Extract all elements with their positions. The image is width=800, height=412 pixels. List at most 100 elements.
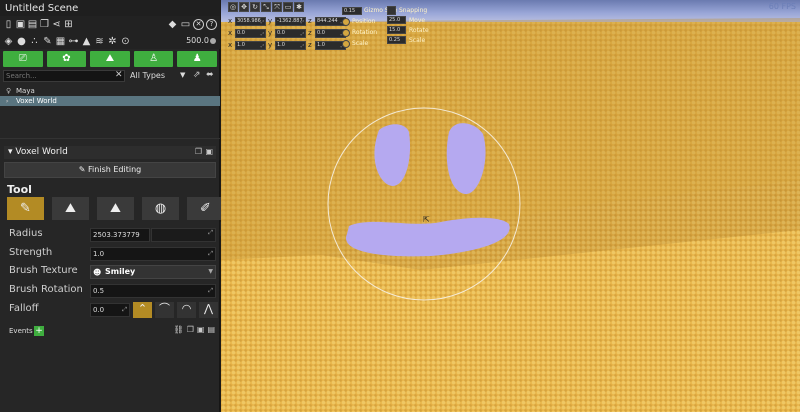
sphere-tool-button[interactable]: ◍ [142, 197, 179, 220]
falloff-sharp-button[interactable]: ⋀ [199, 302, 218, 318]
settings-icon[interactable]: ⊙ [120, 36, 131, 47]
delete-icon[interactable]: ▤ [207, 325, 215, 334]
chevron-down-icon: ▼ [208, 268, 213, 275]
scene-tree: ♀ Maya ⸗ Voxel World [0, 86, 220, 136]
move-icon[interactable]: ✥ [239, 2, 249, 12]
open-icon[interactable]: ▤ [27, 19, 38, 30]
raise-tool-button[interactable]: ⛰ [52, 197, 89, 220]
create-player-button[interactable]: ♙ [133, 51, 174, 67]
save-icon[interactable]: ▣ [15, 19, 26, 30]
section-header[interactable]: ▾ Voxel World ❐ ▣ [4, 146, 216, 159]
scale-icon[interactable]: ⤡ [261, 2, 271, 12]
rot-z-value: 0.0 [317, 29, 325, 36]
pos-y-input[interactable]: -1362.887 ⤢ [275, 16, 306, 26]
tree-item-label: Voxel World [16, 97, 57, 105]
strength-value: 1.0 [93, 250, 105, 258]
create-light-button[interactable]: ✿ [46, 51, 87, 67]
finish-editing-label: Finish Editing [88, 165, 142, 174]
tree-item-maya[interactable]: ♀ Maya [0, 86, 220, 96]
rotate-icon[interactable]: ↻ [250, 2, 260, 12]
hierarchy-icon[interactable]: ⊶ [68, 36, 79, 47]
scale-y-value: 1.0 [277, 41, 285, 48]
share-icon[interactable]: ⋖ [51, 19, 62, 30]
create-npc-button[interactable]: ♟ [177, 51, 217, 67]
brush-tool-button[interactable]: ✎ [7, 197, 44, 220]
snap-rotate-input[interactable]: 15.0 [387, 26, 406, 34]
snap-scale-input[interactable]: 0.25 [387, 36, 406, 44]
gamepad-icon[interactable]: ▭ [180, 19, 191, 30]
snapping-toggle-icon[interactable] [387, 5, 396, 15]
copy-icon[interactable]: ❐ [39, 19, 50, 30]
close-circle-icon[interactable]: ✕ [193, 19, 204, 30]
copy-icon[interactable]: ❐ [187, 325, 194, 334]
resize-icon: ⤢ [300, 18, 304, 24]
clear-search-icon[interactable]: ✕ [115, 70, 123, 81]
position-toggle-icon[interactable] [342, 17, 350, 26]
transform-icon[interactable]: ⤧ [272, 2, 282, 12]
paint-tool-button[interactable]: ✐ [187, 197, 224, 220]
brush-rotation-input[interactable]: 0.5 ⤢ [90, 284, 216, 298]
falloff-input[interactable]: 0.0 ⤢ [90, 303, 130, 317]
gear-icon[interactable]: ✲ [107, 36, 118, 47]
pos-y-value: -1362.887 [277, 17, 303, 24]
chevron-down-icon[interactable]: ▼ [180, 71, 185, 79]
world-local-icon[interactable]: ✱ [294, 2, 304, 12]
rot-x-input[interactable]: 0.0 ⤢ [235, 28, 266, 38]
paste-icon[interactable]: ▣ [205, 147, 213, 156]
terrain-icon[interactable]: ▲ [81, 36, 92, 47]
viewport[interactable]: ◎ ✥ ↻ ⤡ ⤧ ▭ ✱ x 3058.986 ⤢ y -1362.887 ⤢ z… [221, 0, 800, 412]
falloff-smooth-button[interactable]: ⌒ [155, 302, 174, 318]
scale-y-input[interactable]: 1.0 ⤢ [275, 40, 306, 50]
panel-divider[interactable] [0, 138, 220, 139]
sphere-icon[interactable]: ● [16, 36, 27, 47]
help-circle-icon[interactable]: ? [206, 19, 217, 30]
snap-move-input[interactable]: 25.0 [387, 16, 406, 24]
unlink-icon[interactable]: ⛓ [174, 325, 184, 334]
external-link-icon[interactable]: ⇗ [193, 70, 201, 80]
snap-rotate-label: Rotate [409, 26, 429, 34]
new-file-icon[interactable]: ▯ [3, 19, 14, 30]
gizmo-toolbar: ◎ ✥ ↻ ⤡ ⤧ ▭ ✱ [228, 2, 304, 14]
rotation-toggle-icon[interactable] [342, 28, 350, 37]
scale-x-input[interactable]: 1.0 ⤢ [235, 40, 266, 50]
y-axis-label: y [268, 29, 273, 37]
y-axis-label: y [268, 41, 273, 49]
dots-icon[interactable]: ∴ [29, 36, 40, 47]
pos-x-input[interactable]: 3058.986 ⤢ [235, 16, 266, 26]
graduation-cap-icon[interactable]: ◆ [167, 19, 178, 30]
lower-tool-button[interactable]: ⛰ [97, 197, 134, 220]
paste-icon[interactable]: ▣ [197, 325, 205, 334]
mouse-cursor-icon: ⇱ [423, 215, 430, 224]
expand-arrows-icon[interactable]: ⬌ [206, 70, 214, 80]
radius-input[interactable]: 2503.373779 [90, 228, 150, 242]
cube-icon[interactable]: ◈ [3, 36, 14, 47]
finish-editing-button[interactable]: ✎ Finish Editing [4, 162, 216, 178]
falloff-linear-button[interactable]: ⌃ [133, 302, 152, 318]
select-icon[interactable]: ◎ [228, 2, 238, 12]
camera-speed-value[interactable]: 500.0 [186, 36, 209, 45]
stack-icon[interactable]: ≋ [94, 36, 105, 47]
paint-brush-icon[interactable]: ✎ [42, 36, 53, 47]
create-terrain-button[interactable]: ⛰ [90, 51, 130, 67]
strength-input[interactable]: 1.0 ⤢ [90, 247, 216, 261]
gizmo-size-input[interactable]: 0.15 [342, 6, 362, 15]
type-filter-select[interactable]: All Types [130, 71, 165, 80]
resize-icon: ⤢ [260, 18, 264, 24]
copy-icon[interactable]: ❐ [195, 147, 202, 156]
falloff-round-button[interactable]: ◠ [177, 302, 196, 318]
add-event-button[interactable]: + [34, 326, 44, 336]
create-camera-button[interactable]: ⎚ [3, 51, 43, 67]
mesh-icon[interactable]: ▦ [55, 36, 66, 47]
box-icon[interactable]: ▭ [283, 2, 293, 12]
brush-texture-select[interactable]: ☻ Smiley ▼ [90, 265, 216, 279]
scale-toggle-icon[interactable] [342, 39, 350, 48]
z-axis-label: z [308, 17, 312, 25]
snap-scale-label: Scale [409, 36, 426, 44]
person-icon: ♀ [6, 87, 12, 95]
radius-slider[interactable]: ⤢ [151, 228, 216, 242]
rotation-label: Rotation [352, 29, 378, 36]
rot-y-input[interactable]: 0.0 ⤢ [275, 28, 306, 38]
tree-item-voxel-world[interactable]: ⸗ Voxel World [0, 96, 220, 106]
search-input[interactable]: Search... [3, 70, 125, 82]
grid-icon[interactable]: ⊞ [63, 19, 74, 30]
